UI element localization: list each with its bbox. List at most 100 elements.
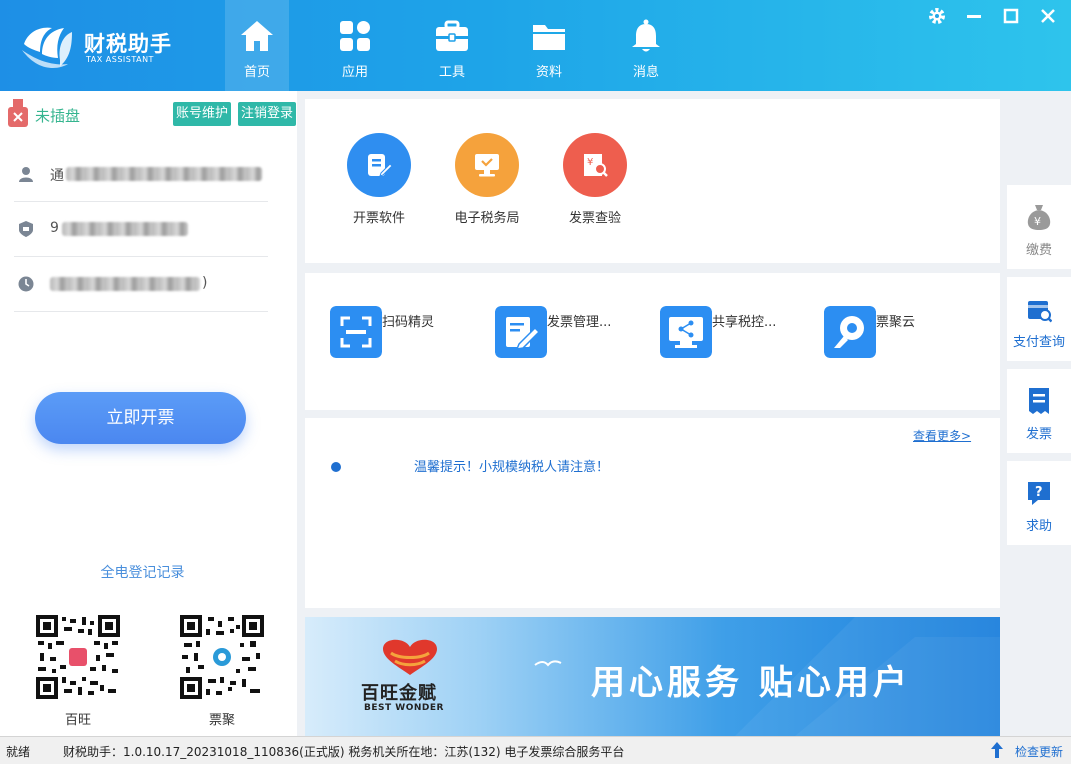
login-time-suffix: ) bbox=[202, 275, 208, 291]
rail-help[interactable]: ? 求助 bbox=[1007, 461, 1071, 545]
user-icon bbox=[19, 167, 33, 182]
nav-apps-label: 应用 bbox=[341, 65, 368, 80]
nav-docs[interactable]: 资料 bbox=[517, 0, 581, 91]
gear-icon[interactable] bbox=[926, 6, 948, 26]
redacted-text bbox=[62, 222, 188, 236]
bird-icon bbox=[534, 660, 562, 667]
view-more-link[interactable]: 查看更多> bbox=[913, 427, 971, 444]
bell-icon bbox=[632, 19, 660, 52]
nav-apps[interactable]: 应用 bbox=[323, 0, 387, 91]
app-e-tax-bureau[interactable]: 电子税务局 bbox=[437, 133, 537, 226]
app-subtitle: TAX ASSISTANT bbox=[86, 55, 154, 64]
clock-icon bbox=[18, 276, 34, 292]
tool-invoice-management[interactable]: 发票管理... bbox=[495, 306, 645, 358]
tool-shared-tax-control[interactable]: 共享税控... bbox=[660, 306, 810, 358]
app-logo: 财税助手 TAX ASSISTANT bbox=[18, 22, 178, 72]
rail-payment-label: 缴费 bbox=[1025, 243, 1052, 258]
account-panel: 未插盘 账号维护 注销登录 通 9 ) 立即开票 全电登记记录 百旺 票聚 bbox=[0, 91, 297, 736]
scan-icon bbox=[330, 306, 382, 358]
notice-item[interactable]: 温馨提示！小规模纳税人请注意！ bbox=[414, 456, 609, 475]
qr-code-icon bbox=[180, 615, 264, 699]
logout-button[interactable]: 注销登录 bbox=[238, 102, 297, 126]
tool-shared-tax-control-label: 共享税控... bbox=[712, 315, 777, 330]
close-icon[interactable] bbox=[1037, 6, 1059, 26]
svg-text:?: ? bbox=[1035, 485, 1043, 500]
status-ready: 就绪 bbox=[6, 745, 31, 759]
invoice-edit-icon bbox=[368, 154, 393, 177]
quick-apps-card: 开票软件 电子税务局 ¥ 发票查验 bbox=[305, 99, 1000, 263]
nav-docs-label: 资料 bbox=[535, 65, 562, 80]
toolbox-icon bbox=[436, 20, 468, 51]
redacted-text bbox=[50, 277, 200, 291]
nav-messages[interactable]: 消息 bbox=[614, 0, 678, 91]
best-wonder-logo-icon bbox=[383, 639, 437, 675]
qr-code-baiwang bbox=[36, 615, 120, 699]
title-bar: 财税助手 TAX ASSISTANT 首页 应用 工具 资料 消息 bbox=[0, 0, 1071, 91]
notice-card: 查看更多> 温馨提示！小规模纳税人请注意！ bbox=[305, 418, 1000, 608]
payment-search-icon bbox=[1028, 301, 1052, 323]
app-invoicing-software-badge bbox=[347, 133, 411, 197]
tax-id-prefix: 9 bbox=[50, 220, 59, 236]
registration-record-link[interactable]: 全电登记记录 bbox=[0, 562, 285, 582]
app-invoicing-software[interactable]: 开票软件 bbox=[329, 133, 429, 226]
tool-piaoju-cloud[interactable]: 票聚云 bbox=[824, 306, 974, 358]
svg-text:¥: ¥ bbox=[587, 157, 593, 168]
app-e-tax-bureau-label: 电子税务局 bbox=[454, 211, 520, 226]
rail-invoice-label: 发票 bbox=[1025, 427, 1052, 442]
promo-banner[interactable]: 百旺金赋 BEST WONDER 用心服务 贴心用户 bbox=[305, 617, 1000, 736]
nav-messages-label: 消息 bbox=[632, 65, 659, 80]
info-row-taxpayer-name: 通 bbox=[14, 147, 268, 202]
status-bar: 就绪 财税助手：1.0.10.17_20231018_110836(正式版) 税… bbox=[0, 736, 1071, 764]
nav-home-label: 首页 bbox=[243, 65, 270, 80]
banner-brand: 百旺金赋 bbox=[361, 683, 437, 704]
qr-code-piaoju bbox=[180, 615, 264, 699]
banner-brand-en: BEST WONDER bbox=[364, 703, 444, 713]
logo-icon bbox=[22, 27, 72, 69]
redacted-text bbox=[66, 167, 262, 181]
rail-help-label: 求助 bbox=[1025, 519, 1052, 534]
receipt-icon bbox=[1029, 388, 1049, 414]
app-invoicing-software-label: 开票软件 bbox=[352, 211, 405, 226]
tools-card: 扫码精灵 发票管理... 共享税控... 票聚云 bbox=[305, 273, 1000, 410]
app-invoice-verify-label: 发票查验 bbox=[568, 211, 621, 226]
rail-payment-query[interactable]: 支付查询 bbox=[1007, 277, 1071, 361]
app-invoice-verify[interactable]: ¥ 发票查验 bbox=[545, 133, 645, 226]
svg-text:¥: ¥ bbox=[1034, 215, 1041, 228]
share-screen-icon bbox=[660, 306, 712, 358]
rail-payment[interactable]: ¥ 缴费 bbox=[1007, 185, 1071, 269]
issue-invoice-button[interactable]: 立即开票 bbox=[35, 392, 246, 444]
nav-tools[interactable]: 工具 bbox=[420, 0, 484, 91]
pen-note-icon bbox=[495, 306, 547, 358]
minimize-icon[interactable] bbox=[963, 6, 985, 26]
usb-disconnected-icon bbox=[8, 99, 28, 127]
tool-scan-wizard[interactable]: 扫码精灵 bbox=[330, 306, 480, 358]
qr-label-piaoju: 票聚 bbox=[208, 713, 235, 728]
app-invoice-verify-badge: ¥ bbox=[563, 133, 627, 197]
arrow-up-icon[interactable] bbox=[991, 742, 1003, 758]
maximize-icon[interactable] bbox=[1000, 6, 1022, 26]
rail-invoice[interactable]: 发票 bbox=[1007, 369, 1071, 453]
cloud-key-icon bbox=[824, 306, 876, 358]
check-update-link[interactable]: 检查更新 bbox=[1015, 743, 1063, 760]
account-maintain-button[interactable]: 账号维护 bbox=[173, 102, 232, 126]
monitor-icon bbox=[475, 154, 499, 177]
app-title: 财税助手 bbox=[84, 32, 172, 56]
qr-code-icon bbox=[36, 615, 120, 699]
nav-home[interactable]: 首页 bbox=[225, 0, 289, 91]
help-chat-icon: ? bbox=[1028, 482, 1050, 505]
tool-piaoju-cloud-label: 票聚云 bbox=[876, 315, 916, 330]
app-e-tax-bureau-badge bbox=[455, 133, 519, 197]
nav-tools-label: 工具 bbox=[438, 65, 465, 80]
invoice-search-icon: ¥ bbox=[584, 154, 608, 177]
home-icon bbox=[241, 21, 273, 51]
rail-payment-query-label: 支付查询 bbox=[1012, 335, 1065, 350]
taxpayer-name-prefix: 通 bbox=[50, 168, 64, 184]
tool-scan-wizard-label: 扫码精灵 bbox=[382, 315, 435, 330]
info-row-tax-id: 9 bbox=[14, 202, 268, 257]
folder-icon bbox=[533, 25, 565, 50]
banner-slogan: 用心服务 贴心用户 bbox=[591, 663, 911, 703]
apps-icon bbox=[340, 21, 370, 51]
qr-center-logo bbox=[69, 648, 87, 666]
info-row-login-time: ) bbox=[14, 257, 268, 312]
notice-bullet bbox=[331, 462, 341, 472]
